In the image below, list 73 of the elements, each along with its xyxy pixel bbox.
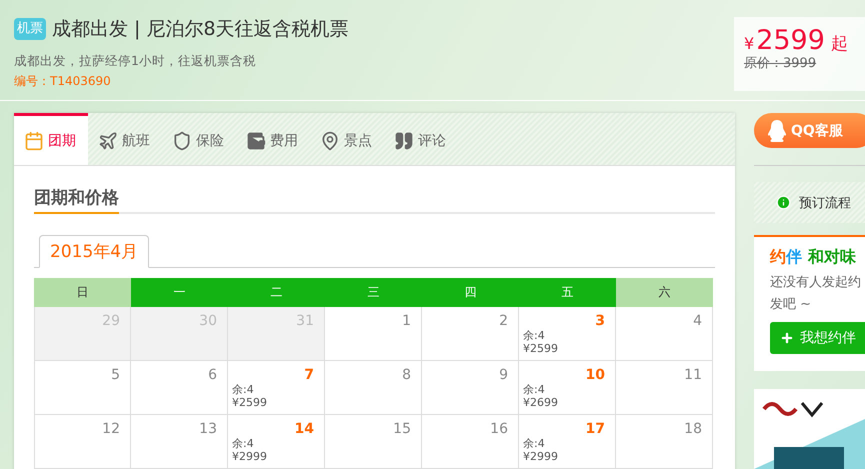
subtitle: 成都出发，拉萨经停1小时，往返机票含税 <box>14 53 257 70</box>
quote-icon <box>394 130 414 150</box>
booking-flow-bar[interactable]: 预订流程 <box>754 182 865 223</box>
weekday-header: 五 <box>519 278 616 307</box>
seats-left: 余:4 <box>523 383 545 396</box>
day-price: ¥2999 <box>523 450 558 463</box>
tab[interactable]: 评论 <box>384 113 458 165</box>
day-number: 9 <box>499 367 508 383</box>
seats-left: 余:4 <box>523 329 545 342</box>
page-title: 成都出发 | 尼泊尔8天往返含税机票 <box>52 17 349 42</box>
seats-left: 余:4 <box>232 437 254 450</box>
day-number: 7 <box>304 367 314 383</box>
calendar-day[interactable]: 14 余:4 ¥2999 <box>228 415 325 469</box>
tab[interactable]: 航班 <box>88 113 162 165</box>
day-price: ¥2999 <box>232 450 267 463</box>
companion-text: 发吧 ~ <box>770 296 812 314</box>
shield-icon <box>172 130 192 150</box>
calendar-icon <box>24 130 44 150</box>
seats-left: 余:4 <box>523 437 545 450</box>
day-price: ¥2599 <box>232 396 267 409</box>
day-number: 15 <box>393 421 411 437</box>
day-number: 12 <box>102 421 120 437</box>
original-price: 原价：3999 <box>744 55 818 72</box>
day-number: 14 <box>294 421 314 437</box>
weekday-header: 一 <box>131 278 228 307</box>
day-number: 10 <box>586 367 605 383</box>
weekday-header: 三 <box>325 278 422 307</box>
day-number: 13 <box>199 421 217 437</box>
companion-logo-a: 约 <box>770 247 786 268</box>
day-price: ¥2599 <box>523 342 558 355</box>
companion-text: 还没有人发起约 <box>770 274 862 292</box>
tab[interactable]: 景点 <box>310 113 384 165</box>
product-code: 编号：T1403690 <box>14 73 112 90</box>
day-price: ¥2699 <box>523 396 558 409</box>
section-title: 团期和价格 <box>34 182 119 214</box>
wallet-icon <box>246 130 266 150</box>
category-badge: 机票 <box>14 18 46 40</box>
seats-left: 余:4 <box>232 383 254 396</box>
month-tab[interactable]: 2015年4月 <box>39 235 150 268</box>
companion-title: 和对味 <box>808 247 856 268</box>
day-number: 11 <box>684 367 702 383</box>
plus-icon <box>780 331 794 345</box>
companion-logo-b: 伴 <box>786 247 802 268</box>
weekday-header: 日 <box>34 278 131 307</box>
day-number: 8 <box>402 367 411 383</box>
info-icon <box>776 195 791 210</box>
day-number: 3 <box>595 313 605 329</box>
day-number: 6 <box>208 367 217 383</box>
penguin-icon <box>766 118 788 142</box>
calendar-day[interactable]: 3 余:4 ¥2599 <box>519 307 616 361</box>
tab[interactable]: 团期 <box>14 113 88 165</box>
weekday-header: 六 <box>616 278 713 307</box>
price: 2599 <box>756 25 825 56</box>
tab[interactable]: 保险 <box>162 113 236 165</box>
day-number: 5 <box>111 367 120 383</box>
weekday-header: 四 <box>422 278 519 307</box>
weekday-header: 二 <box>228 278 325 307</box>
calendar-day[interactable]: 10 余:4 ¥2699 <box>519 361 616 415</box>
find-companion-button[interactable]: 我想约伴 <box>770 322 865 354</box>
day-number: 18 <box>684 421 702 437</box>
day-number: 16 <box>490 421 508 437</box>
day-number: 17 <box>586 421 605 437</box>
currency-sign: ¥ <box>744 34 754 53</box>
tab[interactable]: 费用 <box>236 113 310 165</box>
map-pin-icon <box>320 130 340 150</box>
price-suffix: 起 <box>830 33 848 55</box>
calendar-day[interactable]: 7 余:4 ¥2599 <box>228 361 325 415</box>
day-number: 4 <box>693 313 702 329</box>
calendar-day[interactable]: 17 余:4 ¥2999 <box>519 415 616 469</box>
plane-icon <box>98 130 118 150</box>
booking-flow-label: 预订流程 <box>799 194 851 212</box>
day-number: 1 <box>402 313 411 329</box>
day-number: 2 <box>499 313 508 329</box>
